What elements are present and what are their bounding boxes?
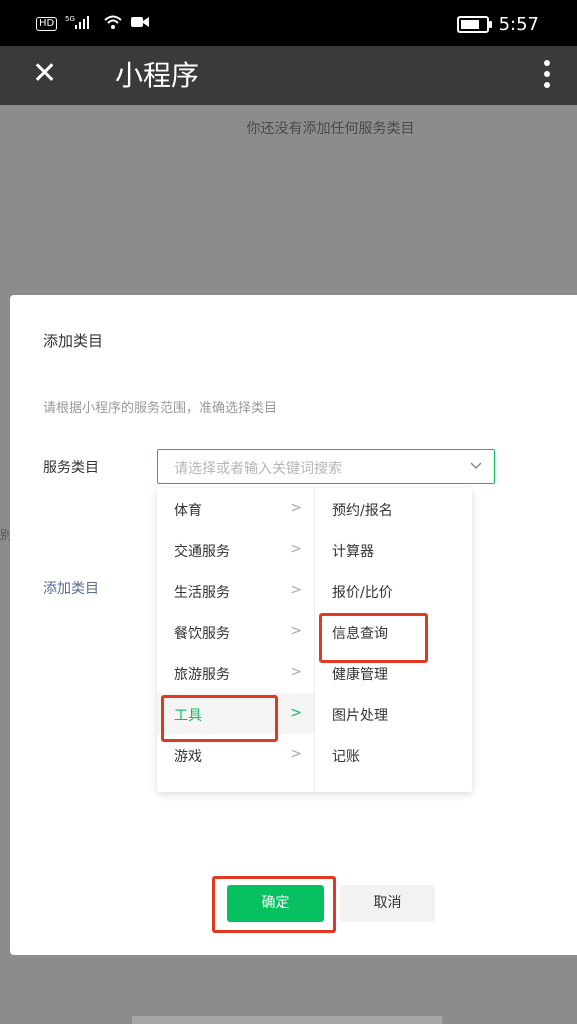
video-icon — [131, 16, 150, 32]
cancel-button[interactable]: 取消 — [340, 885, 435, 922]
category-item[interactable]: 餐饮服务 > — [157, 611, 314, 652]
chevron-down-icon — [470, 456, 482, 480]
highlight-box-info-query — [319, 613, 428, 663]
wifi-icon — [103, 14, 123, 34]
category-label: 游戏 — [174, 749, 202, 765]
hd-indicator: HD — [36, 17, 58, 31]
home-indicator — [132, 1016, 442, 1024]
chevron-right-icon: > — [290, 623, 302, 639]
chevron-right-icon: > — [290, 582, 302, 598]
category-column: 体育 > 交通服务 > 生活服务 > 餐饮服务 > 旅游服务 > 工具 > 游戏… — [157, 488, 315, 792]
subcategory-item[interactable]: 图片处理 — [315, 693, 472, 734]
subcategory-item[interactable]: 计算器 — [315, 529, 472, 570]
highlight-box-confirm — [212, 876, 336, 933]
subcategory-item[interactable]: 报价/比价 — [315, 570, 472, 611]
subcategory-label: 图片处理 — [332, 708, 388, 724]
service-category-label: 服务类目 — [43, 460, 99, 476]
clock: 5:57 — [498, 14, 539, 35]
subcategory-label: 报价/比价 — [332, 585, 393, 601]
category-label: 交通服务 — [174, 544, 230, 560]
subcategory-label: 记账 — [332, 749, 360, 765]
chevron-right-icon: > — [290, 541, 302, 557]
category-label: 餐饮服务 — [174, 626, 230, 642]
more-vertical-icon[interactable] — [543, 60, 551, 88]
category-item[interactable]: 生活服务 > — [157, 570, 314, 611]
category-label: 生活服务 — [174, 585, 230, 601]
category-item[interactable]: 体育 > — [157, 488, 314, 529]
app-bar: ✕ 小程序 — [0, 46, 577, 105]
category-item[interactable]: 旅游服务 > — [157, 652, 314, 693]
close-icon[interactable]: ✕ — [32, 56, 57, 92]
chevron-right-icon: > — [290, 500, 302, 516]
empty-state-text: 你还没有添加任何服务类目 — [246, 121, 415, 137]
subcategory-label: 健康管理 — [332, 667, 388, 683]
category-select[interactable]: 请选择或者输入关键词搜索 — [157, 449, 495, 484]
chevron-right-icon: > — [290, 746, 302, 762]
status-bar: HD 5G 5:57 — [0, 0, 577, 46]
chevron-right-icon: > — [290, 705, 302, 721]
subcategory-label: 计算器 — [332, 544, 374, 560]
category-label: 体育 — [174, 503, 202, 519]
subcategory-label: 预约/报名 — [332, 503, 393, 519]
add-category-link[interactable]: 添加类目 — [43, 578, 99, 598]
category-item[interactable]: 交通服务 > — [157, 529, 314, 570]
signal-icon: 5G — [65, 15, 95, 33]
chevron-right-icon: > — [290, 664, 302, 680]
subcategory-item[interactable]: 记账 — [315, 734, 472, 775]
dialog-hint: 请根据小程序的服务范围，准确选择类目 — [43, 401, 278, 416]
svg-text:5G: 5G — [65, 15, 75, 23]
category-label: 旅游服务 — [174, 667, 230, 683]
subcategory-item[interactable]: 预约/报名 — [315, 488, 472, 529]
dialog-title: 添加类目 — [43, 332, 104, 350]
page-title: 小程序 — [115, 59, 200, 92]
highlight-box-tools — [161, 695, 278, 742]
select-placeholder: 请选择或者输入关键词搜索 — [174, 461, 342, 477]
battery-icon — [456, 16, 492, 33]
add-category-dialog: 添加类目 请根据小程序的服务范围，准确选择类目 服务类目 请选择或者输入关键词搜… — [10, 295, 577, 955]
